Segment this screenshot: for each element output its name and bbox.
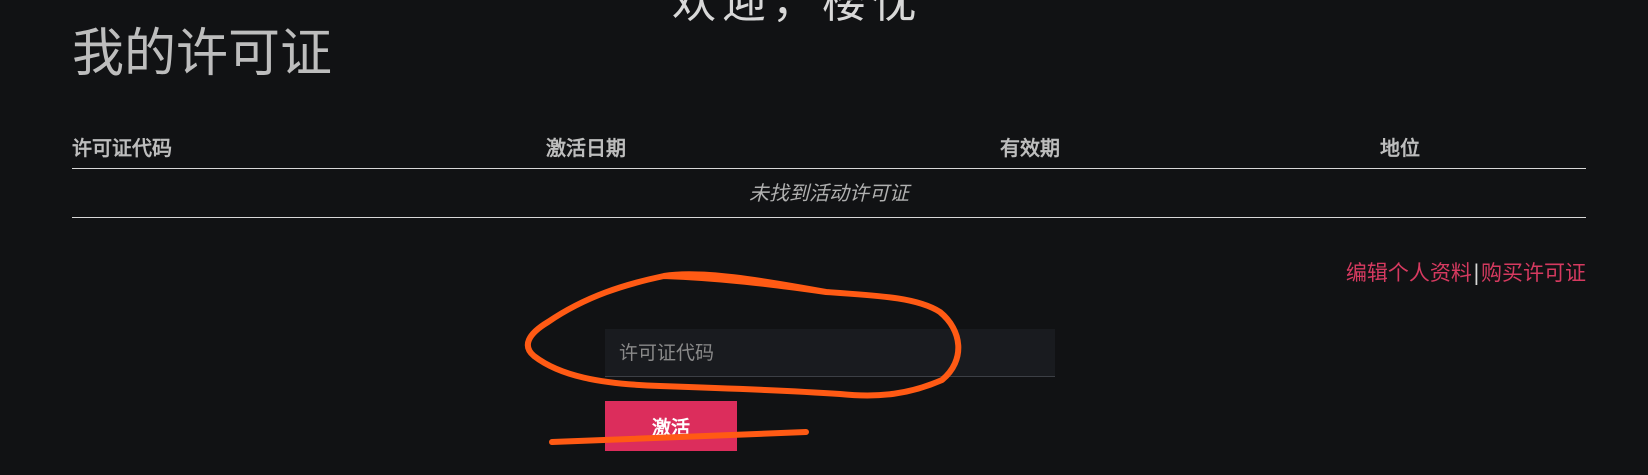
column-header-license-code: 许可证代码 [72, 136, 172, 160]
empty-table-message: 未找到活动许可证 [72, 169, 1586, 218]
license-code-input[interactable] [605, 329, 1055, 377]
page-title: 我的许可证 [72, 24, 333, 84]
edit-profile-link[interactable]: 编辑个人资料 [1346, 261, 1472, 285]
buy-license-link[interactable]: 购买许可证 [1481, 261, 1586, 285]
license-page: 欢迎，楼忱 我的许可证 许可证代码 激活日期 有效期 地位 未找到活动许可证 编… [0, 0, 1648, 475]
activate-button[interactable]: 激活 [605, 401, 737, 451]
table-header: 许可证代码 激活日期 有效期 地位 [72, 128, 1586, 169]
account-links: 编辑个人资料|购买许可证 [1346, 257, 1586, 287]
link-separator: | [1472, 261, 1480, 285]
column-header-validity: 有效期 [1000, 136, 1060, 160]
column-header-activation-date: 激活日期 [546, 136, 626, 160]
column-header-status: 地位 [1380, 136, 1420, 160]
welcome-heading-cut: 欢迎，楼忱 [672, 0, 922, 28]
license-table: 许可证代码 激活日期 有效期 地位 未找到活动许可证 [72, 128, 1586, 218]
